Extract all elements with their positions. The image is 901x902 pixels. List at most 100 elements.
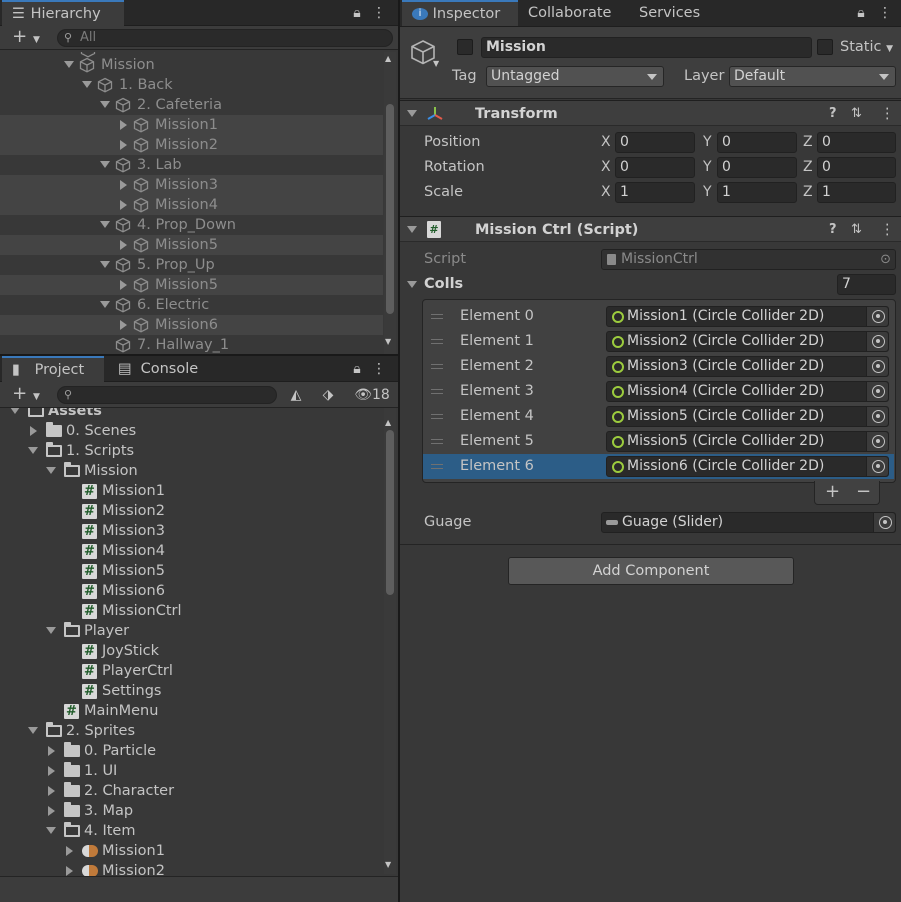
project-row[interactable]: # Mission4 xyxy=(0,541,383,561)
expanded-arrow-icon[interactable] xyxy=(28,447,38,454)
transform-position-y-field[interactable]: 0 xyxy=(717,132,797,153)
add-component-button[interactable]: Add Component xyxy=(508,557,794,585)
component-menu-icon[interactable]: ⋮ xyxy=(880,101,895,127)
project-row[interactable]: # Mission5 xyxy=(0,561,383,581)
help-icon[interactable]: ? xyxy=(829,101,837,127)
vertical-splitter[interactable] xyxy=(398,0,400,902)
collapsed-arrow-icon[interactable] xyxy=(48,806,55,816)
axis-x-label[interactable]: X xyxy=(601,132,611,153)
project-row[interactable]: # MainMenu xyxy=(0,701,383,721)
expanded-arrow-icon[interactable] xyxy=(100,261,110,268)
preset-sliders-icon[interactable]: ⇅ xyxy=(851,217,862,243)
transform-position-x-field[interactable]: 0 xyxy=(615,132,695,153)
tree-row[interactable]: Mission1 xyxy=(0,115,383,135)
hidden-packages-toggle[interactable]: 👁︎18 xyxy=(352,385,392,405)
project-row[interactable]: Mission2 xyxy=(0,861,383,876)
project-row[interactable]: 0. Particle xyxy=(0,741,383,761)
lock-icon[interactable]: 🔒︎ xyxy=(348,359,366,379)
project-row[interactable]: Player xyxy=(0,621,383,641)
drag-handle-icon[interactable] xyxy=(431,339,443,344)
project-row[interactable]: Assets xyxy=(0,408,383,421)
colls-element-row[interactable]: Element 4 Mission5 (Circle Collider 2D) xyxy=(423,404,894,429)
transform-scale-x-field[interactable]: 1 xyxy=(615,182,695,203)
object-picker-icon[interactable] xyxy=(866,407,888,426)
more-menu-icon[interactable]: ⋮ xyxy=(372,359,386,379)
project-row[interactable]: # Mission3 xyxy=(0,521,383,541)
transform-position-z-field[interactable]: 0 xyxy=(817,132,896,153)
tree-row[interactable]: 3. Lab xyxy=(0,155,383,175)
expanded-arrow-icon[interactable] xyxy=(46,467,56,474)
object-picker-icon[interactable] xyxy=(866,457,888,476)
colls-foldout-arrow-icon[interactable] xyxy=(407,281,417,288)
element-object-field[interactable]: Mission2 (Circle Collider 2D) xyxy=(606,331,889,352)
project-row[interactable]: # JoyStick xyxy=(0,641,383,661)
expanded-arrow-icon[interactable] xyxy=(100,221,110,228)
drag-handle-icon[interactable] xyxy=(431,314,443,319)
collapsed-arrow-icon[interactable] xyxy=(120,280,127,290)
expanded-arrow-icon[interactable] xyxy=(46,627,56,634)
icon-dropdown-caret-icon[interactable]: ▼ xyxy=(433,59,439,68)
tree-row[interactable]: 4. Prop_Down xyxy=(0,215,383,235)
collapsed-arrow-icon[interactable] xyxy=(48,786,55,796)
project-row[interactable]: 1. UI xyxy=(0,761,383,781)
axis-z-label[interactable]: Z xyxy=(803,182,813,203)
project-row[interactable]: # Settings xyxy=(0,681,383,701)
element-object-field[interactable]: Mission3 (Circle Collider 2D) xyxy=(606,356,889,377)
remove-element-button[interactable]: − xyxy=(856,482,871,502)
object-picker-icon[interactable] xyxy=(866,307,888,326)
drag-handle-icon[interactable] xyxy=(431,464,443,469)
object-picker-icon[interactable] xyxy=(866,432,888,451)
project-row[interactable]: 0. Scenes xyxy=(0,421,383,441)
project-search-input[interactable]: ⚲ xyxy=(57,386,277,404)
object-picker-icon[interactable] xyxy=(866,357,888,376)
component-menu-icon[interactable]: ⋮ xyxy=(880,217,895,243)
lock-icon[interactable]: 🔒︎ xyxy=(852,3,870,23)
collapsed-arrow-icon[interactable] xyxy=(120,140,127,150)
transform-scale-z-field[interactable]: 1 xyxy=(817,182,896,203)
tree-row[interactable]: 7. Hallway_1 xyxy=(0,335,383,354)
tab-services[interactable]: Services xyxy=(629,0,710,26)
project-row[interactable]: 2. Character xyxy=(0,781,383,801)
colls-element-row[interactable]: Element 3 Mission4 (Circle Collider 2D) xyxy=(423,379,894,404)
expanded-arrow-icon[interactable] xyxy=(100,161,110,168)
element-object-field[interactable]: Mission1 (Circle Collider 2D) xyxy=(606,306,889,327)
help-icon[interactable]: ? xyxy=(829,217,837,243)
tab-console[interactable]: ▤ Console xyxy=(108,356,218,382)
transform-header[interactable]: Transform ? ⇅ ⋮ xyxy=(400,100,901,126)
mission-ctrl-header[interactable]: # Mission Ctrl (Script) ? ⇅ ⋮ xyxy=(400,216,901,242)
drag-handle-icon[interactable] xyxy=(431,364,443,369)
axis-x-label[interactable]: X xyxy=(601,157,611,178)
static-checkbox[interactable] xyxy=(817,39,833,55)
colls-element-row[interactable]: Element 1 Mission2 (Circle Collider 2D) xyxy=(423,329,894,354)
collapsed-arrow-icon[interactable] xyxy=(120,200,127,210)
expanded-arrow-icon[interactable] xyxy=(46,827,56,834)
guage-field[interactable]: Guage (Slider) xyxy=(601,512,896,533)
layer-dropdown[interactable]: Default xyxy=(729,66,896,87)
element-object-field[interactable]: Mission5 (Circle Collider 2D) xyxy=(606,431,889,452)
tab-hierarchy[interactable]: ☰ Hierarchy xyxy=(2,0,124,26)
tree-row[interactable]: Mission3 xyxy=(0,175,383,195)
axis-z-label[interactable]: Z xyxy=(803,157,813,178)
colls-element-row[interactable]: Element 0 Mission1 (Circle Collider 2D) xyxy=(423,304,894,329)
scroll-down-arrow-icon[interactable]: ▼ xyxy=(385,860,391,869)
project-row[interactable]: # PlayerCtrl xyxy=(0,661,383,681)
drag-handle-icon[interactable] xyxy=(431,389,443,394)
collapsed-arrow-icon[interactable] xyxy=(120,320,127,330)
more-menu-icon[interactable]: ⋮ xyxy=(372,3,386,23)
tree-row[interactable]: Mission xyxy=(0,55,383,75)
static-dropdown[interactable]: Static ▼ xyxy=(840,37,893,60)
active-checkbox[interactable] xyxy=(457,39,473,55)
project-row[interactable]: 2. Sprites xyxy=(0,721,383,741)
transform-rotation-x-field[interactable]: 0 xyxy=(615,157,695,178)
scroll-up-arrow-icon[interactable]: ▲ xyxy=(385,54,391,63)
project-row[interactable]: 4. Item xyxy=(0,821,383,841)
hierarchy-scroll-thumb[interactable] xyxy=(386,104,394,314)
expanded-arrow-icon[interactable] xyxy=(64,61,74,68)
foldout-arrow-icon[interactable] xyxy=(407,226,417,233)
collapsed-arrow-icon[interactable] xyxy=(48,746,55,756)
filter-by-type-icon[interactable]: ◭ xyxy=(286,385,306,405)
lock-icon[interactable]: 🔒︎ xyxy=(348,3,366,23)
tree-row[interactable]: 5. Prop_Up xyxy=(0,255,383,275)
colls-element-row[interactable]: Element 6 Mission6 (Circle Collider 2D) xyxy=(423,454,894,479)
collapsed-arrow-icon[interactable] xyxy=(120,240,127,250)
